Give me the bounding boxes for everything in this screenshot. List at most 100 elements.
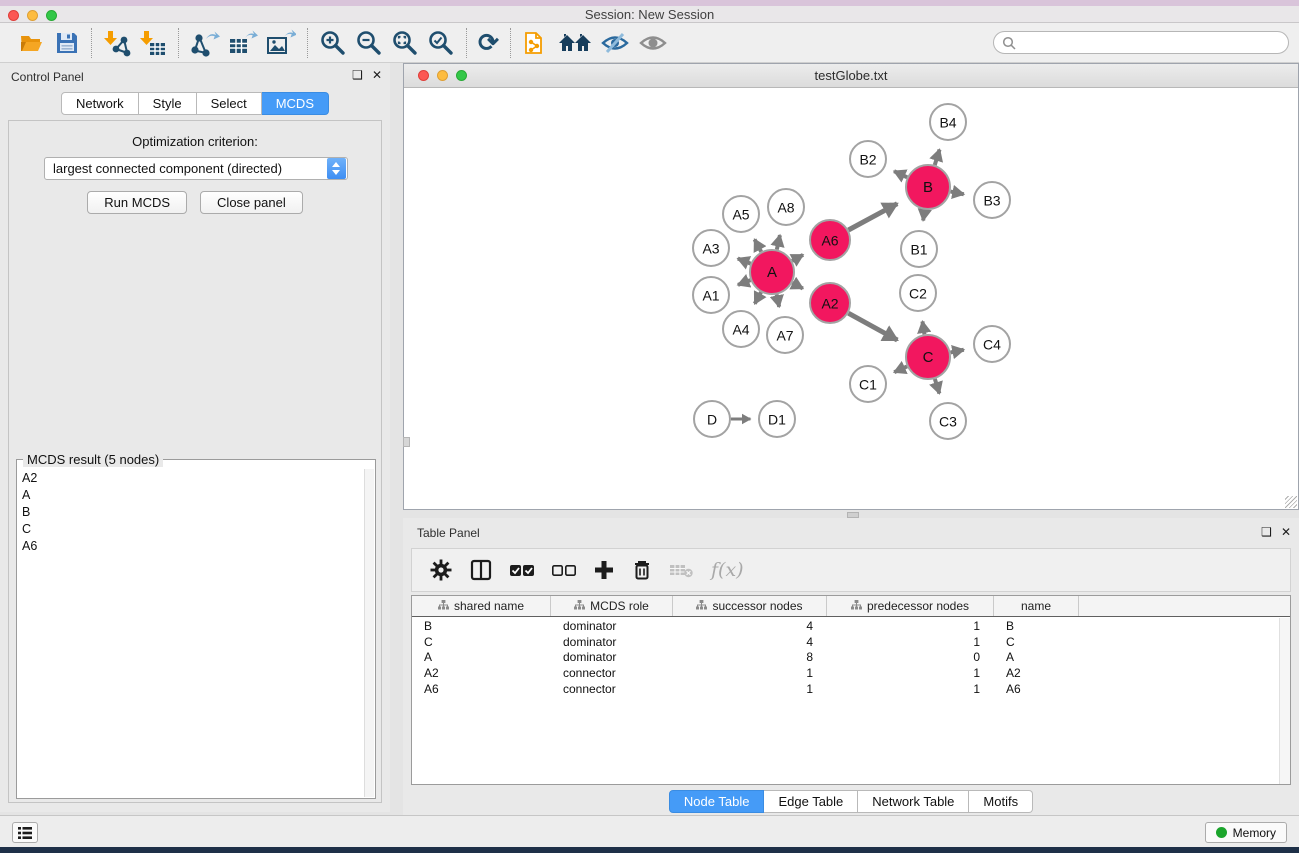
home-layout-button[interactable] [554, 28, 596, 58]
node-C1[interactable]: C1 [850, 366, 886, 402]
show-panel-button[interactable] [634, 28, 672, 58]
result-item[interactable]: C [18, 520, 364, 537]
open-session-button[interactable] [14, 28, 50, 58]
edge-B-B1[interactable] [923, 210, 925, 221]
node-D1[interactable]: D1 [759, 401, 795, 437]
edge-A6-B[interactable] [848, 204, 897, 230]
delete-table-icon[interactable] [664, 559, 700, 581]
edge-A2-C[interactable] [848, 313, 897, 340]
edge-B-B3[interactable] [951, 192, 964, 195]
node-B3[interactable]: B3 [974, 182, 1010, 218]
select-all-icon[interactable] [504, 559, 540, 581]
tab-network-table[interactable]: Network Table [858, 790, 969, 813]
optimization-criterion-select[interactable]: largest connected component (directed) [44, 157, 348, 180]
edge-A-A8[interactable] [777, 235, 780, 249]
result-item[interactable]: A2 [18, 469, 364, 486]
hide-panel-button[interactable] [596, 28, 634, 58]
column-header-shared-name[interactable]: shared name [412, 596, 551, 616]
close-table-panel-icon[interactable]: ✕ [1281, 525, 1291, 539]
column-header-name[interactable]: name [994, 596, 1079, 616]
node-A8[interactable]: A8 [768, 189, 804, 225]
edge-B-B4[interactable] [935, 150, 940, 165]
result-list-scrollbar[interactable] [364, 469, 374, 797]
table-row[interactable]: Bdominator41B [412, 618, 1279, 634]
float-panel-icon[interactable]: ❑ [352, 68, 363, 82]
column-header-MCDS-role[interactable]: MCDS role [551, 596, 673, 616]
column-header-successor-nodes[interactable]: successor nodes [673, 596, 827, 616]
node-A6[interactable]: A6 [810, 220, 850, 260]
node-C[interactable]: C [906, 335, 950, 379]
node-C4[interactable]: C4 [974, 326, 1010, 362]
zoom-fit-button[interactable] [387, 27, 423, 59]
table-row[interactable]: Cdominator41C [412, 634, 1279, 650]
import-network-button[interactable] [99, 27, 135, 59]
tab-mcds[interactable]: MCDS [262, 92, 329, 115]
delete-column-icon[interactable] [626, 556, 658, 584]
node-D[interactable]: D [694, 401, 730, 437]
table-row[interactable]: Adominator80A [412, 650, 1279, 666]
node-A5[interactable]: A5 [723, 196, 759, 232]
export-network-button[interactable] [186, 27, 224, 59]
export-image-button[interactable] [262, 27, 300, 59]
deselect-all-icon[interactable] [546, 559, 582, 581]
node-A3[interactable]: A3 [693, 230, 729, 266]
edge-C-C4[interactable] [951, 350, 964, 353]
network-canvas[interactable]: A A1 A2 A3 A4 A5 A6 A7 A8 B B1 B2 B3 B4 C C1 C2 C3 C4 D D1 [404, 89, 1298, 509]
close-panel-icon[interactable]: ✕ [372, 68, 382, 82]
tab-edge-table[interactable]: Edge Table [764, 790, 858, 813]
task-history-button[interactable] [12, 822, 38, 843]
table-scrollbar[interactable] [1279, 618, 1290, 784]
zoom-in-button[interactable] [315, 27, 351, 59]
node-B[interactable]: B [906, 165, 950, 209]
result-item[interactable]: A6 [18, 537, 364, 554]
edge-C-C2[interactable] [922, 321, 924, 334]
result-item[interactable]: B [18, 503, 364, 520]
node-C2[interactable]: C2 [900, 275, 936, 311]
edge-A-A5[interactable] [755, 239, 762, 251]
tab-motifs[interactable]: Motifs [969, 790, 1033, 813]
column-header-predecessor-nodes[interactable]: predecessor nodes [827, 596, 994, 616]
function-builder-icon[interactable]: f(x) [706, 557, 749, 583]
float-table-panel-icon[interactable]: ❑ [1261, 525, 1272, 539]
result-item[interactable]: A [18, 486, 364, 503]
close-panel-button[interactable]: Close panel [200, 191, 303, 214]
node-A4[interactable]: A4 [723, 311, 759, 347]
table-row[interactable]: A6connector11A6 [412, 681, 1279, 697]
zoom-selected-button[interactable] [423, 27, 459, 59]
edge-B-B2[interactable] [894, 171, 907, 177]
tab-network[interactable]: Network [61, 92, 139, 115]
node-C3[interactable]: C3 [930, 403, 966, 439]
edge-A-A3[interactable] [738, 259, 751, 264]
save-session-button[interactable] [50, 28, 84, 58]
zoom-out-button[interactable] [351, 27, 387, 59]
gear-icon[interactable] [424, 556, 458, 584]
refresh-button[interactable]: ⟳ [474, 28, 503, 58]
node-B2[interactable]: B2 [850, 141, 886, 177]
node-A1[interactable]: A1 [693, 277, 729, 313]
add-column-icon[interactable] [588, 557, 620, 583]
memory-button[interactable]: Memory [1205, 822, 1287, 843]
edge-C-C1[interactable] [894, 366, 907, 372]
import-table-button[interactable] [135, 27, 171, 59]
node-B1[interactable]: B1 [901, 231, 937, 267]
edge-A-A1[interactable] [738, 280, 751, 285]
tab-style[interactable]: Style [139, 92, 197, 115]
edge-A-A6[interactable] [792, 255, 803, 261]
edge-A-A7[interactable] [777, 295, 780, 307]
node-B4[interactable]: B4 [930, 104, 966, 140]
export-table-button[interactable] [224, 27, 262, 59]
tab-node-table[interactable]: Node Table [669, 790, 765, 813]
search-input[interactable] [1020, 36, 1288, 50]
new-session-from-network-button[interactable] [518, 26, 554, 60]
table-row[interactable]: A2connector11A2 [412, 665, 1279, 681]
node-A7[interactable]: A7 [767, 317, 803, 353]
node-A[interactable]: A [750, 250, 794, 294]
resize-grip-icon[interactable] [1285, 496, 1297, 508]
panel-divider-grip[interactable] [403, 437, 410, 447]
edge-A-A2[interactable] [792, 283, 803, 289]
run-mcds-button[interactable]: Run MCDS [87, 191, 187, 214]
node-A2[interactable]: A2 [810, 283, 850, 323]
edge-C-C3[interactable] [935, 379, 940, 394]
tab-select[interactable]: Select [197, 92, 262, 115]
edge-A-A4[interactable] [755, 292, 761, 303]
